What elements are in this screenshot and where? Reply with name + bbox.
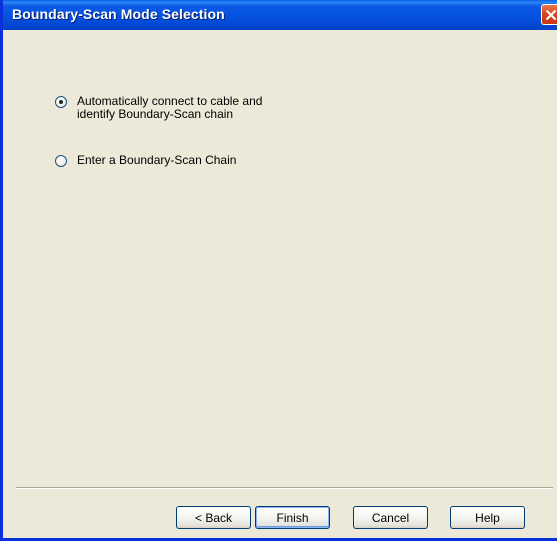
option-enter-chain-label[interactable]: Enter a Boundary-Scan Chain [77,154,236,167]
option-auto-connect-label[interactable]: Automatically connect to cable and ident… [77,95,262,121]
option-enter-chain[interactable]: Enter a Boundary-Scan Chain [55,154,236,167]
radio-button-enter-chain[interactable] [55,155,67,167]
option-enter-chain-line1: Enter a Boundary-Scan Chain [77,153,237,167]
window-title: Boundary-Scan Mode Selection [12,6,225,22]
finish-button[interactable]: Finish [255,506,330,529]
title-bar[interactable]: Boundary-Scan Mode Selection [3,0,557,30]
dialog-window: Boundary-Scan Mode Selection Automatical… [0,0,557,541]
dialog-content: Automatically connect to cable and ident… [6,30,557,538]
close-icon [545,9,557,21]
button-separator [16,487,553,489]
back-button[interactable]: < Back [176,506,251,529]
help-button[interactable]: Help [450,506,525,529]
option-auto-connect-line2: identify Boundary-Scan chain [77,107,234,121]
cancel-button[interactable]: Cancel [353,506,428,529]
close-button[interactable] [541,4,557,25]
radio-button-auto-connect[interactable] [55,96,67,108]
option-auto-connect[interactable]: Automatically connect to cable and ident… [55,95,262,121]
